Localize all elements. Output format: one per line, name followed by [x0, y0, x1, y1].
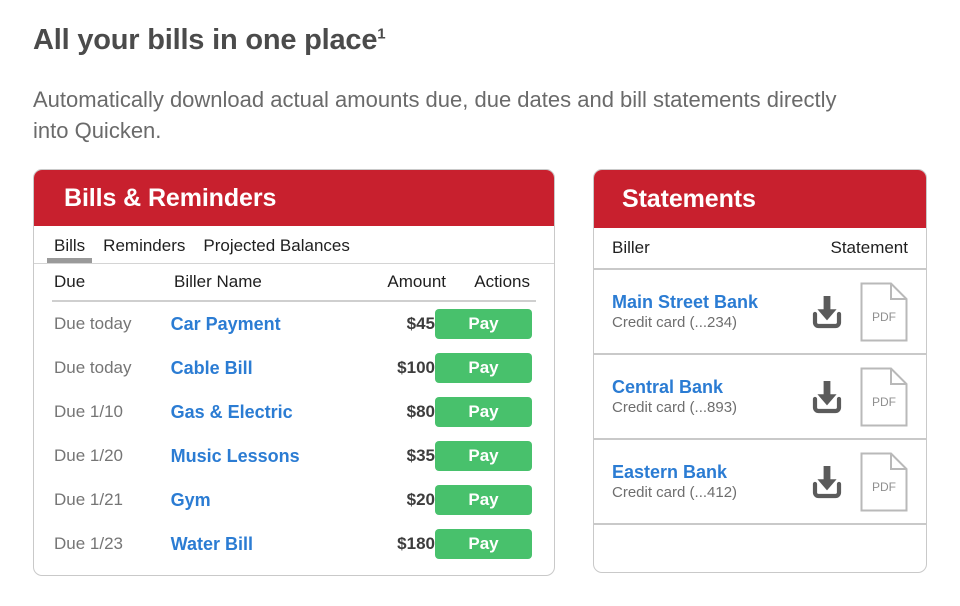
svg-text:PDF: PDF [872, 310, 896, 324]
statements-table-header: Biller Statement [594, 228, 926, 270]
statement-biller-info: Eastern Bank Credit card (...412) [612, 461, 810, 503]
bill-biller-link[interactable]: Cable Bill [171, 358, 346, 379]
table-row: Due today Car Payment $45 Pay [52, 302, 536, 346]
statement-account-label: Credit card (...893) [612, 398, 738, 416]
column-header-biller: Biller Name [174, 272, 262, 291]
pay-button[interactable]: Pay [435, 309, 532, 339]
bill-amount: $45 [406, 314, 435, 333]
list-item: Eastern Bank Credit card (...412) PDF [594, 440, 926, 525]
tab-reminders-label: Reminders [103, 236, 186, 255]
column-header-amount: Amount [387, 272, 446, 291]
tab-projected-balances-label: Projected Balances [203, 236, 350, 255]
bill-due-date: Due 1/10 [54, 402, 123, 421]
bill-due-date: Due 1/21 [54, 490, 123, 509]
page-title-text: All your bills in one place [33, 24, 378, 56]
column-header-biller: Biller [612, 238, 650, 257]
table-row: Due 1/20 Music Lessons $35 Pay [52, 434, 536, 478]
statement-account-label: Credit card (...234) [612, 313, 738, 331]
bills-table: Due Biller Name Amount Actions Due today… [34, 264, 554, 566]
statements-panel-header: Statements [594, 170, 926, 228]
statement-biller-info: Central Bank Credit card (...893) [612, 376, 810, 418]
list-item: Central Bank Credit card (...893) PDF [594, 355, 926, 440]
statement-bank-link[interactable]: Eastern Bank [612, 461, 810, 483]
pay-button[interactable]: Pay [435, 529, 532, 559]
pay-button[interactable]: Pay [435, 353, 532, 383]
bill-amount: $100 [397, 358, 435, 377]
statements-empty-row [594, 525, 926, 567]
page-title-footnote-marker: 1 [377, 25, 386, 43]
column-header-due: Due [54, 272, 86, 291]
bill-due-date: Due 1/20 [54, 446, 123, 465]
tab-bills-label: Bills [54, 236, 86, 255]
bill-amount: $35 [406, 446, 435, 465]
pay-button[interactable]: Pay [435, 397, 532, 427]
statement-actions: PDF [810, 452, 908, 512]
table-row: Due 1/10 Gas & Electric $80 Pay [52, 390, 536, 434]
page-title: All your bills in one place1 [33, 24, 386, 57]
column-header-actions: Actions [474, 272, 530, 291]
bill-due-date: Due 1/23 [54, 534, 123, 553]
bills-table-header: Due Biller Name Amount Actions [52, 264, 536, 302]
bill-biller-link[interactable]: Gym [171, 490, 346, 511]
statement-bank-link[interactable]: Main Street Bank [612, 291, 810, 313]
bill-action-cell: Pay [435, 309, 534, 339]
bill-amount: $180 [397, 534, 435, 553]
list-item: Main Street Bank Credit card (...234) PD… [594, 270, 926, 355]
bill-action-cell: Pay [435, 441, 534, 471]
download-icon[interactable] [810, 464, 844, 500]
bill-action-cell: Pay [435, 529, 534, 559]
pdf-icon[interactable]: PDF [860, 367, 908, 427]
bill-biller-link[interactable]: Gas & Electric [171, 402, 346, 423]
pdf-icon[interactable]: PDF [860, 282, 908, 342]
bill-action-cell: Pay [435, 397, 534, 427]
pay-button[interactable]: Pay [435, 485, 532, 515]
bills-panel-title: Bills & Reminders [64, 183, 277, 212]
bills-panel-header: Bills & Reminders [34, 170, 554, 226]
statement-account-label: Credit card (...412) [612, 483, 738, 501]
statements-panel-title: Statements [622, 184, 756, 213]
pay-button[interactable]: Pay [435, 441, 532, 471]
statement-actions: PDF [810, 367, 908, 427]
bills-tab-bar: Bills Reminders Projected Balances [34, 226, 554, 264]
page-root: All your bills in one place1 Automatical… [0, 0, 960, 606]
download-icon[interactable] [810, 294, 844, 330]
statements-panel: Statements Biller Statement Main Street … [593, 169, 927, 573]
svg-text:PDF: PDF [872, 480, 896, 494]
bill-action-cell: Pay [435, 353, 534, 383]
table-row: Due today Cable Bill $100 Pay [52, 346, 536, 390]
bill-biller-link[interactable]: Water Bill [171, 534, 346, 555]
bill-biller-link[interactable]: Car Payment [171, 314, 346, 335]
bill-amount: $80 [406, 402, 435, 421]
page-subtitle: Automatically download actual amounts du… [33, 87, 837, 143]
bill-amount: $20 [406, 490, 435, 509]
bill-action-cell: Pay [435, 485, 534, 515]
column-header-statement: Statement [830, 238, 909, 257]
statement-biller-info: Main Street Bank Credit card (...234) [612, 291, 810, 333]
bill-biller-link[interactable]: Music Lessons [171, 446, 346, 467]
bill-due-date: Due today [54, 314, 132, 333]
bills-and-reminders-panel: Bills & Reminders Bills Reminders Projec… [33, 169, 555, 576]
pdf-icon[interactable]: PDF [860, 452, 908, 512]
statement-bank-link[interactable]: Central Bank [612, 376, 810, 398]
svg-text:PDF: PDF [872, 395, 896, 409]
download-icon[interactable] [810, 379, 844, 415]
tab-reminders[interactable]: Reminders [94, 236, 194, 263]
bill-due-date: Due today [54, 358, 132, 377]
table-row: Due 1/21 Gym $20 Pay [52, 478, 536, 522]
table-row: Due 1/23 Water Bill $180 Pay [52, 522, 536, 566]
tab-bills[interactable]: Bills [45, 236, 94, 263]
tab-projected-balances[interactable]: Projected Balances [194, 236, 358, 263]
statement-actions: PDF [810, 282, 908, 342]
